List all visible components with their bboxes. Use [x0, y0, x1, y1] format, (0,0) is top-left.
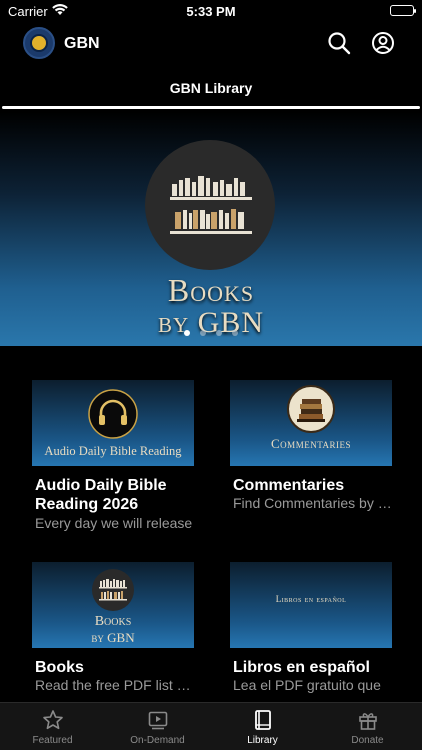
card-title: Commentaries: [233, 477, 345, 494]
tab-label: Library: [247, 735, 278, 746]
app-title: GBN: [64, 35, 100, 52]
tab-label: On-Demand: [130, 735, 185, 746]
tab-donate[interactable]: Donate: [315, 709, 420, 746]
card-description: Every day we will release: [35, 515, 193, 531]
tab-label: Featured: [32, 735, 73, 746]
gift-icon: [358, 713, 377, 730]
gbn-logo: [23, 27, 55, 59]
card-thumbnail: Audio Daily Bible Reading: [32, 380, 194, 466]
app-header: GBN: [0, 24, 422, 64]
books-stack-icon: [287, 385, 335, 433]
tab-bar: Featured On-Demand Library Donate: [0, 702, 422, 750]
search-button[interactable]: [326, 30, 352, 56]
account-icon: [372, 32, 394, 54]
hero-carousel[interactable]: Books by GBN: [0, 112, 422, 346]
section-title: GBN Library: [169, 80, 253, 96]
card-thumbnail-text-line2: by GBN: [91, 630, 135, 645]
star-icon: [42, 710, 63, 730]
card-thumbnail: Libros en español: [230, 562, 392, 648]
page-dot[interactable]: [232, 330, 238, 336]
video-icon: [148, 711, 167, 730]
page-dot[interactable]: [216, 330, 222, 336]
clock: 5:33 PM: [186, 4, 236, 19]
tab-featured[interactable]: Featured: [0, 709, 105, 746]
card-thumbnail-text: Audio Daily Bible Reading: [44, 444, 182, 458]
status-bar: Carrier 5:33 PM: [0, 0, 422, 22]
page-dot[interactable]: [200, 330, 206, 336]
card-description: Lea el PDF gratuito que: [233, 677, 381, 693]
hero-title-line1: Books: [167, 272, 255, 308]
book-icon: [254, 710, 271, 730]
bookshelf-icon: [145, 140, 275, 270]
card-thumbnail-text: Libros en español: [275, 594, 347, 604]
card-thumbnail-text: Commentaries: [271, 436, 351, 451]
tab-on-demand[interactable]: On-Demand: [105, 709, 210, 746]
card-thumbnail-text-line1: Books: [94, 614, 132, 629]
search-icon: [328, 32, 351, 55]
account-button[interactable]: [370, 30, 396, 56]
tab-label: Donate: [351, 735, 384, 746]
page-dot[interactable]: [184, 330, 190, 336]
card-description: Read the free PDF list of books: [35, 677, 195, 693]
card-description: Find Commentaries by book: [233, 495, 393, 511]
section-divider: [2, 106, 420, 109]
headphones-icon: [88, 389, 138, 439]
card-thumbnail: Commentaries: [230, 380, 392, 466]
bookshelf-icon: [92, 569, 134, 611]
tab-library[interactable]: Library: [210, 709, 315, 746]
card-title: Books: [35, 659, 84, 676]
battery-icon: [390, 5, 416, 16]
card-title: Audio Daily Bible Reading 2026: [35, 477, 167, 513]
card-thumbnail: Books by GBN: [32, 562, 194, 648]
carousel-page-indicator[interactable]: [0, 330, 422, 336]
card-title: Libros en español: [233, 659, 370, 676]
